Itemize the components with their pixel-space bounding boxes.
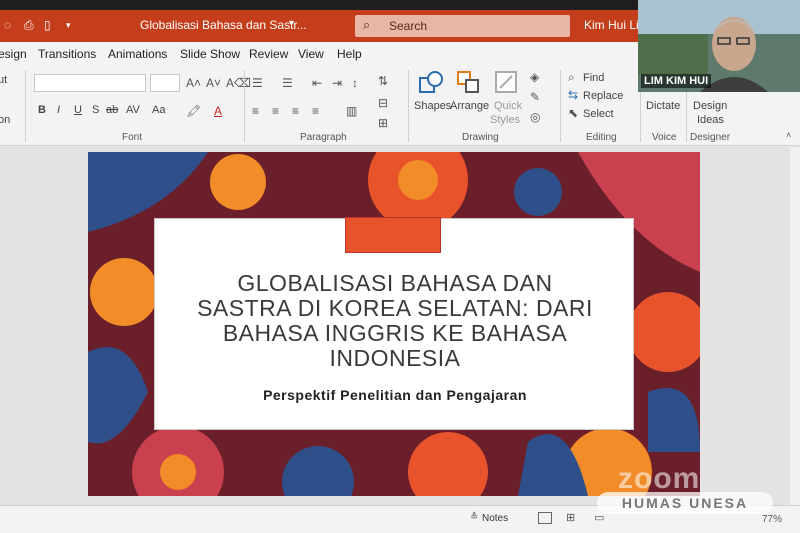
divider: [25, 70, 26, 142]
shapes-icon[interactable]: [418, 70, 444, 93]
find-button[interactable]: Find: [583, 72, 604, 84]
vertical-scrollbar[interactable]: [790, 147, 800, 505]
arrange-icon[interactable]: [456, 70, 482, 93]
font-color-icon[interactable]: A: [214, 104, 222, 118]
character-spacing-button[interactable]: AV: [126, 104, 140, 116]
customize-qat-icon[interactable]: ▾: [66, 18, 71, 32]
tab-review[interactable]: Review: [249, 47, 288, 61]
group-label-designer: Designer: [690, 132, 731, 143]
save-icon[interactable]: ⎙: [24, 18, 34, 32]
dictate-button[interactable]: Dictate: [646, 100, 680, 112]
increase-font-size-icon[interactable]: A˄: [186, 76, 201, 90]
italic-button[interactable]: I: [57, 104, 60, 116]
notes-button[interactable]: Notes: [482, 513, 508, 524]
format-painter-button[interactable]: on: [0, 114, 10, 126]
line-spacing-icon[interactable]: ↕: [352, 76, 358, 90]
search-label: Search: [389, 19, 428, 33]
slide-canvas[interactable]: GLOBALISASI BAHASA DAN SASTRA DI KOREA S…: [88, 152, 700, 496]
divider: [244, 70, 245, 142]
divider: [560, 70, 561, 142]
change-case-button[interactable]: Aa: [152, 104, 165, 116]
increase-indent-icon[interactable]: ⇥: [332, 76, 342, 90]
webcam-video: LIM KIM HUI: [638, 0, 800, 92]
tab-view[interactable]: View: [298, 47, 324, 61]
arrange-button[interactable]: Arrange: [450, 100, 489, 112]
tab-help[interactable]: Help: [337, 47, 362, 61]
justify-icon[interactable]: ≡: [312, 104, 319, 118]
new-file-icon[interactable]: ▯: [44, 18, 51, 32]
highlight-icon[interactable]: 🖍: [186, 104, 201, 118]
decrease-font-size-icon[interactable]: A˅: [206, 76, 221, 90]
clear-formatting-icon[interactable]: A⌫: [226, 76, 251, 90]
zoom-watermark: zoom: [618, 462, 701, 495]
group-label-editing: Editing: [586, 132, 617, 143]
slide-title-line: BAHASA INGGRIS KE BAHASA: [222, 320, 568, 346]
design-ideas-button[interactable]: Design: [693, 100, 727, 112]
title-accent-bar: [345, 217, 441, 253]
cut-button[interactable]: ut: [0, 74, 7, 86]
decrease-indent-icon[interactable]: ⇤: [312, 76, 322, 90]
shape-effects-icon[interactable]: ◎: [530, 110, 540, 124]
group-label-paragraph: Paragraph: [300, 132, 347, 143]
slide-subtitle[interactable]: Perspektif Penelitian dan Pengajaran: [155, 387, 635, 403]
font-size-dropdown[interactable]: [150, 74, 180, 92]
document-title: Globalisasi Bahasa dan Sastr...: [140, 18, 307, 32]
search-input[interactable]: ⌕ Search: [355, 15, 570, 37]
font-name-dropdown[interactable]: [34, 74, 146, 92]
select-button[interactable]: Select: [583, 108, 614, 120]
underline-button[interactable]: U: [74, 104, 82, 116]
normal-view-icon[interactable]: [538, 512, 552, 524]
tab-slide-show[interactable]: Slide Show: [180, 47, 240, 61]
tab-animations[interactable]: Animations: [108, 47, 167, 61]
bullets-icon[interactable]: ☰: [252, 76, 263, 90]
autosave-icon[interactable]: ◌: [4, 18, 11, 32]
tab-design[interactable]: esign: [0, 47, 27, 61]
shapes-button[interactable]: Shapes: [414, 100, 451, 112]
strikethrough-button[interactable]: ab: [106, 104, 118, 116]
slide-sorter-icon[interactable]: ⊞: [566, 511, 575, 524]
text-direction-icon[interactable]: ⇅: [378, 74, 388, 88]
tab-transitions[interactable]: Transitions: [38, 47, 96, 61]
select-icon[interactable]: ⬉: [568, 106, 578, 120]
search-icon: ⌕: [363, 17, 371, 32]
notes-icon[interactable]: ≙: [470, 512, 478, 523]
slide-title[interactable]: GLOBALISASI BAHASA DAN SASTRA DI KOREA S…: [173, 271, 617, 371]
design-ideas-button-line2: Ideas: [697, 114, 724, 126]
slide-title-line: SASTRA DI KOREA SELATAN: DARI: [197, 295, 593, 321]
smartart-icon[interactable]: ⊞: [378, 116, 388, 130]
collapse-ribbon-icon[interactable]: ˄: [786, 130, 791, 140]
group-label-drawing: Drawing: [462, 132, 499, 143]
divider: [408, 70, 409, 142]
bold-button[interactable]: B: [38, 104, 46, 116]
shape-fill-icon[interactable]: ◈: [530, 70, 539, 84]
align-center-icon[interactable]: ≡: [272, 104, 279, 118]
participant-name: LIM KIM HUI: [641, 74, 712, 88]
shape-outline-icon[interactable]: ✎: [530, 90, 540, 104]
group-label-voice: Voice: [652, 132, 677, 143]
align-left-icon[interactable]: ≡: [252, 104, 259, 118]
zoom-level[interactable]: 77%: [762, 514, 782, 525]
slide-title-line: INDONESIA: [329, 345, 461, 371]
slide-title-line: GLOBALISASI BAHASA DAN: [237, 270, 553, 296]
align-right-icon[interactable]: ≡: [292, 104, 299, 118]
humas-watermark: HUMAS UNESA: [597, 492, 773, 514]
screen: ◌ ⎙ ▯ ▾ Globalisasi Bahasa dan Sastr... …: [0, 0, 800, 533]
quick-styles-button-line2: Styles: [490, 114, 520, 126]
quick-styles-icon[interactable]: [494, 70, 520, 93]
align-text-icon[interactable]: ⊟: [378, 96, 388, 110]
columns-icon[interactable]: ▥: [346, 104, 357, 118]
title-placeholder[interactable]: GLOBALISASI BAHASA DAN SASTRA DI KOREA S…: [154, 217, 635, 430]
numbering-icon[interactable]: ☰: [282, 76, 293, 90]
find-icon[interactable]: ⌕: [568, 70, 575, 85]
shadow-button[interactable]: S: [92, 104, 99, 116]
replace-icon[interactable]: ⇆: [568, 88, 578, 102]
group-label-font: Font: [122, 132, 143, 143]
quick-styles-button[interactable]: Quick: [494, 100, 522, 112]
title-caret-icon[interactable]: ▾: [289, 17, 294, 31]
replace-button[interactable]: Replace: [583, 90, 623, 102]
